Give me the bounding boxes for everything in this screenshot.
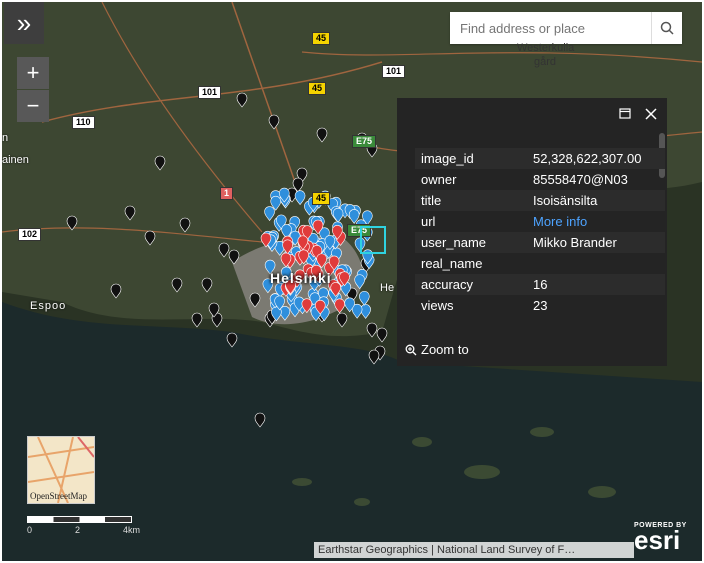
place-label-he: He bbox=[380, 282, 395, 294]
field-value: 52,328,622,307.00 bbox=[533, 151, 642, 166]
photo-marker[interactable] bbox=[332, 208, 344, 223]
search-button[interactable] bbox=[651, 12, 682, 44]
feature-popup: image_id 52,328,622,307.00 owner 85558470@… bbox=[397, 98, 667, 366]
scale-bar-graphic bbox=[27, 516, 132, 523]
esri-wordmark: esri bbox=[634, 525, 681, 555]
photo-marker[interactable] bbox=[368, 349, 380, 365]
road-shield: 45 bbox=[308, 82, 327, 95]
plus-icon: + bbox=[26, 60, 40, 85]
field-value: 85558470@N03 bbox=[533, 172, 628, 187]
table-row: real_name bbox=[415, 253, 665, 274]
photo-marker[interactable] bbox=[268, 114, 280, 130]
table-row: owner 85558470@N03 bbox=[415, 169, 665, 190]
scale-label: 0 bbox=[27, 525, 33, 535]
photo-marker[interactable] bbox=[249, 292, 261, 308]
place-label-n: n bbox=[2, 132, 9, 144]
photo-marker[interactable] bbox=[226, 332, 238, 348]
field-value: 16 bbox=[533, 277, 548, 292]
road-shield: 45 bbox=[312, 32, 331, 45]
photo-marker[interactable] bbox=[201, 277, 213, 293]
zoom-in-button[interactable]: + bbox=[17, 57, 49, 89]
photo-marker[interactable] bbox=[336, 312, 348, 328]
zoom-to-label: Zoom to bbox=[421, 342, 469, 357]
photo-marker[interactable] bbox=[254, 412, 266, 428]
field-name: image_id bbox=[421, 151, 474, 166]
esri-logo[interactable]: POWERED BY esri bbox=[634, 522, 687, 556]
close-icon[interactable] bbox=[645, 108, 657, 120]
field-name: user_name bbox=[421, 235, 487, 250]
zoom-out-button[interactable]: − bbox=[17, 90, 49, 122]
place-label-westerkulla: Westerkulla bbox=[517, 42, 575, 54]
field-name: url bbox=[421, 214, 436, 229]
table-row: url More info bbox=[415, 211, 665, 232]
photo-marker[interactable] bbox=[191, 312, 203, 328]
photo-marker[interactable] bbox=[171, 277, 183, 293]
scale-bar: 0 2 4km bbox=[27, 516, 140, 535]
photo-marker[interactable] bbox=[144, 230, 156, 246]
field-value: Isoisänsilta bbox=[533, 193, 598, 208]
photo-marker[interactable] bbox=[264, 206, 275, 222]
expand-panel-button[interactable]: » bbox=[4, 2, 44, 44]
road-shield: 101 bbox=[198, 86, 222, 99]
field-value: Mikko Brander bbox=[533, 235, 617, 250]
photo-marker[interactable] bbox=[110, 283, 122, 299]
photo-marker[interactable] bbox=[334, 298, 345, 314]
photo-marker[interactable] bbox=[124, 205, 136, 221]
table-row: image_id 52,328,622,307.00 bbox=[415, 148, 665, 169]
search-icon bbox=[660, 21, 674, 35]
photo-marker[interactable] bbox=[228, 249, 240, 265]
dock-icon[interactable] bbox=[619, 108, 631, 120]
place-label-gard: gård bbox=[534, 56, 557, 68]
basemap-label: OpenStreetMap bbox=[30, 491, 87, 501]
map-view[interactable]: » + − Westerkulla gård Espoo He ainen n … bbox=[2, 2, 702, 561]
photo-marker[interactable] bbox=[376, 327, 388, 343]
search-input[interactable] bbox=[450, 12, 660, 44]
attribute-table: image_id 52,328,622,307.00 owner 85558470@… bbox=[415, 148, 665, 316]
scale-label: 2 bbox=[75, 525, 81, 535]
photo-marker[interactable] bbox=[366, 322, 378, 338]
field-name: owner bbox=[421, 172, 457, 187]
scale-label: 4km bbox=[123, 525, 141, 535]
double-chevron-right-icon: » bbox=[16, 7, 32, 38]
road-shield: 101 bbox=[382, 65, 406, 78]
attribution-text[interactable]: Earthstar Geographics | National Land Su… bbox=[314, 542, 634, 558]
photo-marker[interactable] bbox=[294, 190, 306, 206]
photo-marker[interactable] bbox=[316, 127, 328, 143]
photo-marker[interactable] bbox=[179, 217, 191, 233]
road-shield: E75 bbox=[352, 135, 377, 148]
table-row: views 23 bbox=[415, 295, 665, 316]
photo-marker[interactable] bbox=[66, 215, 78, 231]
basemap-toggle[interactable]: OpenStreetMap bbox=[27, 436, 95, 504]
photo-marker[interactable] bbox=[154, 155, 166, 171]
place-label-espoo: Espoo bbox=[30, 300, 67, 312]
table-row: accuracy 16 bbox=[415, 274, 665, 295]
selection-highlight bbox=[360, 226, 386, 254]
road-shield: 110 bbox=[72, 116, 95, 129]
zoom-magnifier-icon bbox=[405, 344, 417, 355]
place-label-helsinki: Helsinki bbox=[270, 270, 332, 286]
zoom-to-button[interactable]: Zoom to bbox=[405, 342, 469, 357]
table-row: title Isoisänsilta bbox=[415, 190, 665, 211]
minus-icon: − bbox=[26, 93, 40, 118]
photo-marker[interactable] bbox=[360, 304, 371, 319]
field-value: 23 bbox=[533, 298, 548, 313]
field-value bbox=[527, 253, 665, 274]
place-label-ainen: ainen bbox=[2, 154, 29, 166]
field-name: views bbox=[421, 298, 454, 313]
road-shield: 102 bbox=[18, 228, 42, 241]
photo-marker[interactable] bbox=[236, 92, 248, 108]
table-row: user_name Mikko Brander bbox=[415, 232, 665, 253]
photo-marker[interactable] bbox=[354, 274, 365, 290]
field-name: real_name bbox=[421, 256, 483, 271]
field-name: title bbox=[421, 193, 442, 208]
more-info-link[interactable]: More info bbox=[527, 211, 665, 232]
search-widget bbox=[450, 12, 682, 44]
photo-marker[interactable] bbox=[218, 242, 230, 258]
road-shield: 45 bbox=[312, 192, 331, 205]
field-name: accuracy bbox=[421, 277, 474, 292]
photo-marker[interactable] bbox=[359, 291, 370, 306]
road-shield: 1 bbox=[220, 187, 234, 200]
